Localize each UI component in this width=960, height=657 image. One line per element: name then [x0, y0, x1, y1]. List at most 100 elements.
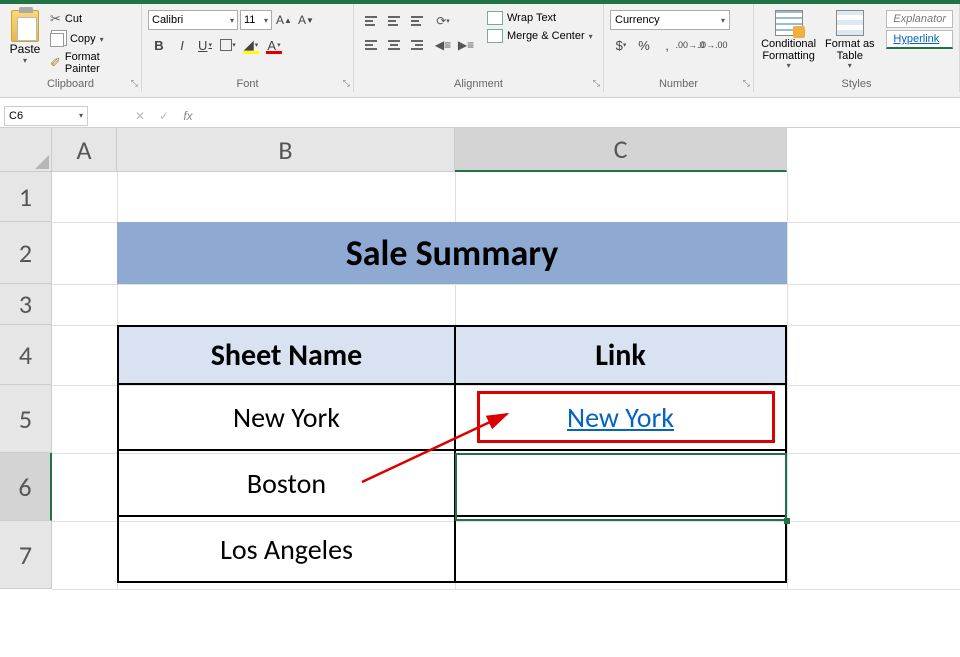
percent-button[interactable]: % [633, 34, 655, 56]
chevron-down-icon: ▾ [848, 62, 852, 71]
cell-c6[interactable] [455, 450, 786, 516]
copy-icon [50, 33, 64, 47]
conditional-formatting-icon [775, 10, 803, 36]
column-header-b[interactable]: B [117, 128, 455, 172]
decrease-font-button[interactable]: A▼ [296, 10, 316, 30]
cell-style-explanatory[interactable]: Explanator [886, 10, 953, 28]
group-label-clipboard: Clipboard [0, 78, 141, 90]
italic-button[interactable]: I [171, 34, 193, 56]
fill-color-button[interactable]: ◢▾ [240, 34, 262, 56]
merge-center-label: Merge & Center [507, 30, 585, 42]
dialog-launcher-icon[interactable]: ⤡ [343, 78, 350, 89]
group-clipboard: Paste ▾ ✂ Cut Copy ▾ ✐ Format Pa [0, 4, 142, 92]
wrap-text-label: Wrap Text [507, 12, 556, 24]
chevron-down-icon: ▾ [721, 16, 725, 25]
font-name-value: Calibri [152, 14, 183, 26]
format-as-table-button[interactable]: Format as Table ▾ [821, 10, 878, 71]
dialog-launcher-icon[interactable]: ⤡ [743, 78, 750, 89]
accounting-format-button[interactable]: $▾ [610, 34, 632, 56]
cell-b7[interactable]: Los Angeles [118, 516, 455, 582]
row-header-5[interactable]: 5 [0, 385, 52, 453]
row-header-7[interactable]: 7 [0, 521, 52, 589]
borders-button[interactable]: ▾ [217, 34, 239, 56]
bold-button[interactable]: B [148, 34, 170, 56]
cell-b5[interactable]: New York [118, 384, 455, 450]
row-header-2[interactable]: 2 [0, 222, 52, 284]
orientation-button[interactable]: ⟳▾ [432, 10, 454, 32]
name-box[interactable]: C6 ▾ [4, 106, 88, 126]
row-header-6[interactable]: 6 [0, 453, 52, 521]
hyperlink-new-york[interactable]: New York [567, 400, 674, 435]
scissors-icon: ✂ [50, 11, 61, 27]
row-header-4[interactable]: 4 [0, 325, 52, 385]
font-name-select[interactable]: Calibri ▾ [148, 10, 238, 30]
chevron-down-icon: ▾ [230, 16, 234, 25]
copy-button[interactable]: Copy ▾ [48, 30, 135, 48]
sale-summary-title[interactable]: Sale Summary [117, 222, 787, 284]
cell-b6[interactable]: Boston [118, 450, 455, 516]
name-box-value: C6 [9, 110, 23, 122]
merge-center-button[interactable]: Merge & Center ▾ [485, 28, 595, 44]
chevron-down-icon: ▾ [589, 32, 593, 41]
cut-button[interactable]: ✂ Cut [48, 10, 135, 28]
dialog-launcher-icon[interactable]: ⤡ [593, 78, 600, 89]
header-sheet-name[interactable]: Sheet Name [118, 326, 455, 384]
increase-indent-button[interactable]: ▶≡ [455, 34, 477, 56]
align-top-button[interactable] [360, 10, 382, 32]
conditional-formatting-label: Conditional Formatting [760, 38, 817, 62]
dialog-launcher-icon[interactable]: ⤡ [131, 78, 138, 89]
wrap-text-icon [487, 11, 503, 25]
row-header-1[interactable]: 1 [0, 172, 52, 222]
cell-styles-gallery[interactable]: Explanator Hyperlink [886, 10, 953, 49]
wrap-text-button[interactable]: Wrap Text [485, 10, 595, 26]
number-format-value: Currency [615, 14, 660, 26]
format-as-table-label: Format as Table [821, 38, 878, 62]
cells[interactable]: Sale Summary Sheet Name Link New York Ne… [52, 172, 960, 589]
align-left-button[interactable] [360, 34, 382, 56]
align-bottom-button[interactable] [406, 10, 428, 32]
insert-function-button[interactable]: fx [176, 106, 200, 126]
group-label-styles: Styles [754, 78, 959, 90]
align-middle-button[interactable] [383, 10, 405, 32]
table-row: Los Angeles [118, 516, 786, 582]
enter-formula-button[interactable]: ✓ [152, 106, 176, 126]
paste-button[interactable]: Paste ▾ [6, 10, 44, 65]
chevron-down-icon[interactable]: ▾ [23, 56, 27, 65]
fill-handle[interactable] [784, 518, 790, 524]
merge-icon [487, 29, 503, 43]
decrease-indent-button[interactable]: ◀≡ [432, 34, 454, 56]
underline-button[interactable]: U▾ [194, 34, 216, 56]
align-center-button[interactable] [383, 34, 405, 56]
copy-label: Copy [70, 33, 96, 45]
decrease-decimal-button[interactable]: .0→.00 [702, 34, 724, 56]
column-header-a[interactable]: A [52, 128, 117, 172]
cut-label: Cut [65, 13, 82, 25]
group-label-number: Number [604, 78, 753, 90]
chevron-down-icon[interactable]: ▾ [100, 35, 104, 44]
group-styles: Conditional Formatting ▾ Format as Table… [754, 4, 960, 92]
font-color-button[interactable]: A▾ [263, 34, 285, 56]
number-format-select[interactable]: Currency ▾ [610, 10, 730, 30]
header-link[interactable]: Link [455, 326, 786, 384]
select-all-corner[interactable] [0, 128, 52, 172]
cancel-formula-button[interactable]: ✕ [128, 106, 152, 126]
format-painter-button[interactable]: ✐ Format Painter [48, 50, 135, 76]
cell-c5[interactable]: New York [455, 384, 786, 450]
table-row: New York New York [118, 384, 786, 450]
font-size-select[interactable]: 11 ▾ [240, 10, 272, 30]
row-header-3[interactable]: 3 [0, 284, 52, 325]
paste-label: Paste [10, 42, 41, 56]
align-right-button[interactable] [406, 34, 428, 56]
fx-icon: fx [183, 109, 192, 123]
column-header-c[interactable]: C [455, 128, 787, 172]
row-headers: 1 2 3 4 5 6 7 [0, 172, 52, 589]
group-number: Currency ▾ $▾ % , .00→.0 .0→.00 Number ⤡ [604, 4, 754, 92]
chevron-down-icon: ▾ [787, 62, 791, 71]
cell-c7[interactable] [455, 516, 786, 582]
conditional-formatting-button[interactable]: Conditional Formatting ▾ [760, 10, 817, 71]
formula-input[interactable] [200, 106, 960, 126]
chevron-down-icon: ▾ [79, 111, 83, 120]
increase-font-button[interactable]: A▲ [274, 10, 294, 30]
grid-area: A B C 1 2 3 4 5 6 7 Sale Summary [0, 128, 960, 589]
cell-style-hyperlink[interactable]: Hyperlink [886, 30, 953, 49]
